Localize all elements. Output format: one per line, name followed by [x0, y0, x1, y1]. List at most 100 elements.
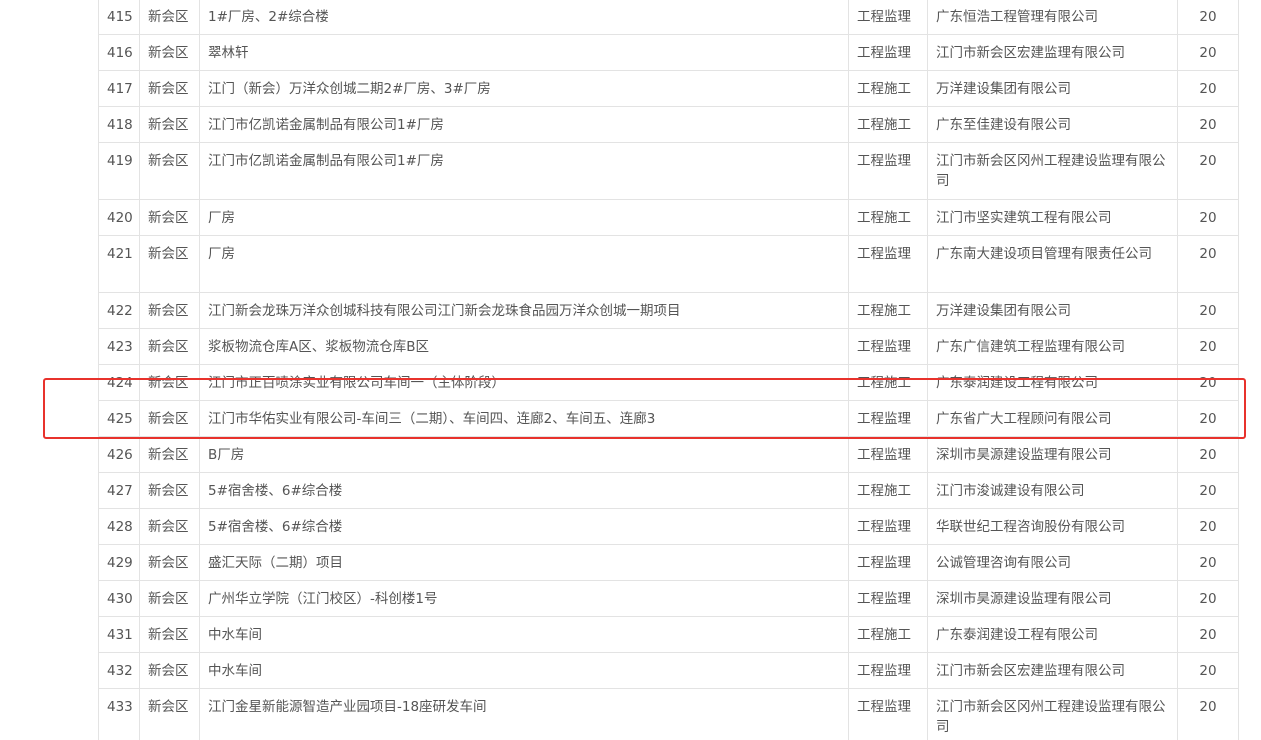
district-cell: 新会区 — [139, 142, 200, 200]
table-row: 431 新会区 中水车间 工程施工 广东泰润建设工程有限公司 20 — [98, 616, 1239, 653]
organization-cell: 江门市新会区宏建监理有限公司 — [927, 652, 1178, 689]
row-number: 416 — [98, 34, 140, 71]
work-type-cell: 工程施工 — [848, 364, 928, 401]
score-cell: 20 — [1177, 34, 1239, 71]
table-row: 416 新会区 翠林轩 工程监理 江门市新会区宏建监理有限公司 20 — [98, 34, 1239, 71]
table-row: 429 新会区 盛汇天际（二期）项目 工程监理 公诚管理咨询有限公司 20 — [98, 544, 1239, 581]
row-number: 432 — [98, 652, 140, 689]
work-type-cell: 工程监理 — [848, 34, 928, 71]
organization-cell: 江门市浚诚建设有限公司 — [927, 472, 1178, 509]
organization-cell: 广东至佳建设有限公司 — [927, 106, 1178, 143]
table-row: 419 新会区 江门市亿凯诺金属制品有限公司1#厂房 工程监理 江门市新会区冈州工程建设… — [98, 142, 1239, 200]
row-number: 419 — [98, 142, 140, 200]
work-type-cell: 工程监理 — [848, 436, 928, 473]
project-name-cell: 翠林轩 — [199, 34, 849, 71]
district-cell: 新会区 — [139, 616, 200, 653]
organization-cell: 江门市新会区冈州工程建设监理有限公司 — [927, 688, 1178, 740]
table-row: 424 新会区 江门市正百喷涂实业有限公司车间一（主体阶段） 工程施工 广东泰润建设工程… — [98, 364, 1239, 401]
table-row: 417 新会区 江门（新会）万洋众创城二期2#厂房、3#厂房 工程施工 万洋建设集团有限… — [98, 70, 1239, 107]
score-cell: 20 — [1177, 544, 1239, 581]
score-cell: 20 — [1177, 436, 1239, 473]
work-type-cell: 工程监理 — [848, 508, 928, 545]
score-cell: 20 — [1177, 688, 1239, 740]
project-name-cell: 中水车间 — [199, 616, 849, 653]
score-cell: 20 — [1177, 364, 1239, 401]
work-type-cell: 工程施工 — [848, 616, 928, 653]
score-cell: 20 — [1177, 328, 1239, 365]
row-number: 415 — [98, 0, 140, 35]
work-type-cell: 工程监理 — [848, 142, 928, 200]
row-number: 430 — [98, 580, 140, 617]
score-cell: 20 — [1177, 508, 1239, 545]
row-number: 429 — [98, 544, 140, 581]
district-cell: 新会区 — [139, 235, 200, 293]
organization-cell: 华联世纪工程咨询股份有限公司 — [927, 508, 1178, 545]
district-cell: 新会区 — [139, 34, 200, 71]
work-type-cell: 工程监理 — [848, 400, 928, 437]
score-cell: 20 — [1177, 142, 1239, 200]
score-cell: 20 — [1177, 616, 1239, 653]
table-row: 428 新会区 5#宿舍楼、6#综合楼 工程监理 华联世纪工程咨询股份有限公司 20 — [98, 508, 1239, 545]
organization-cell: 深圳市昊源建设监理有限公司 — [927, 580, 1178, 617]
organization-cell: 公诚管理咨询有限公司 — [927, 544, 1178, 581]
district-cell: 新会区 — [139, 199, 200, 236]
district-cell: 新会区 — [139, 70, 200, 107]
score-cell: 20 — [1177, 106, 1239, 143]
score-cell: 20 — [1177, 472, 1239, 509]
work-type-cell: 工程监理 — [848, 0, 928, 35]
row-number: 431 — [98, 616, 140, 653]
table-row: 421 新会区 厂房 工程监理 广东南大建设项目管理有限责任公司 20 — [98, 235, 1239, 293]
organization-cell: 广东南大建设项目管理有限责任公司 — [927, 235, 1178, 293]
score-cell: 20 — [1177, 235, 1239, 293]
work-type-cell: 工程施工 — [848, 70, 928, 107]
row-number: 422 — [98, 292, 140, 329]
district-cell: 新会区 — [139, 652, 200, 689]
table-row: 418 新会区 江门市亿凯诺金属制品有限公司1#厂房 工程施工 广东至佳建设有限公司 20 — [98, 106, 1239, 143]
row-number: 424 — [98, 364, 140, 401]
project-name-cell: 江门市正百喷涂实业有限公司车间一（主体阶段） — [199, 364, 849, 401]
score-cell: 20 — [1177, 400, 1239, 437]
project-name-cell: 1#厂房、2#综合楼 — [199, 0, 849, 35]
organization-cell: 深圳市昊源建设监理有限公司 — [927, 436, 1178, 473]
organization-cell: 广东泰润建设工程有限公司 — [927, 616, 1178, 653]
organization-cell: 广东泰润建设工程有限公司 — [927, 364, 1178, 401]
project-name-cell: 江门新会龙珠万洋众创城科技有限公司江门新会龙珠食品园万洋众创城一期项目 — [199, 292, 849, 329]
organization-cell: 江门市坚实建筑工程有限公司 — [927, 199, 1178, 236]
district-cell: 新会区 — [139, 580, 200, 617]
score-cell: 20 — [1177, 652, 1239, 689]
page: 415 新会区 1#厂房、2#综合楼 工程监理 广东恒浩工程管理有限公司 20 416 新会区… — [0, 0, 1261, 740]
project-name-cell: 广州华立学院（江门校区）-科创楼1号 — [199, 580, 849, 617]
table-row: 423 新会区 浆板物流仓库A区、浆板物流仓库B区 工程监理 广东广信建筑工程监理有限公… — [98, 328, 1239, 365]
district-cell: 新会区 — [139, 106, 200, 143]
project-name-cell: B厂房 — [199, 436, 849, 473]
district-cell: 新会区 — [139, 436, 200, 473]
project-name-cell: 中水车间 — [199, 652, 849, 689]
work-type-cell: 工程监理 — [848, 580, 928, 617]
project-name-cell: 5#宿舍楼、6#综合楼 — [199, 508, 849, 545]
district-cell: 新会区 — [139, 688, 200, 740]
row-number: 417 — [98, 70, 140, 107]
project-name-cell: 江门市亿凯诺金属制品有限公司1#厂房 — [199, 106, 849, 143]
district-cell: 新会区 — [139, 544, 200, 581]
table-row: 430 新会区 广州华立学院（江门校区）-科创楼1号 工程监理 深圳市昊源建设监理有限公… — [98, 580, 1239, 617]
project-name-cell: 江门市华佑实业有限公司-车间三（二期）、车间四、连廊2、车间五、连廊3 — [199, 400, 849, 437]
district-cell: 新会区 — [139, 292, 200, 329]
row-number: 423 — [98, 328, 140, 365]
work-type-cell: 工程监理 — [848, 688, 928, 740]
table-row: 433 新会区 江门金星新能源智造产业园项目-18座研发车间 工程监理 江门市新会区冈州… — [98, 688, 1239, 740]
work-type-cell: 工程施工 — [848, 199, 928, 236]
table-row: 425 新会区 江门市华佑实业有限公司-车间三（二期）、车间四、连廊2、车间五、连廊… — [98, 400, 1239, 437]
district-cell: 新会区 — [139, 508, 200, 545]
organization-cell: 广东省广大工程顾问有限公司 — [927, 400, 1178, 437]
row-number: 420 — [98, 199, 140, 236]
row-number: 421 — [98, 235, 140, 293]
project-name-cell: 盛汇天际（二期）项目 — [199, 544, 849, 581]
row-number: 428 — [98, 508, 140, 545]
project-name-cell: 江门金星新能源智造产业园项目-18座研发车间 — [199, 688, 849, 740]
project-name-cell: 厂房 — [199, 235, 849, 293]
organization-cell: 万洋建设集团有限公司 — [927, 70, 1178, 107]
row-number: 418 — [98, 106, 140, 143]
table-row: 426 新会区 B厂房 工程监理 深圳市昊源建设监理有限公司 20 — [98, 436, 1239, 473]
project-name-cell: 江门市亿凯诺金属制品有限公司1#厂房 — [199, 142, 849, 200]
district-cell: 新会区 — [139, 472, 200, 509]
